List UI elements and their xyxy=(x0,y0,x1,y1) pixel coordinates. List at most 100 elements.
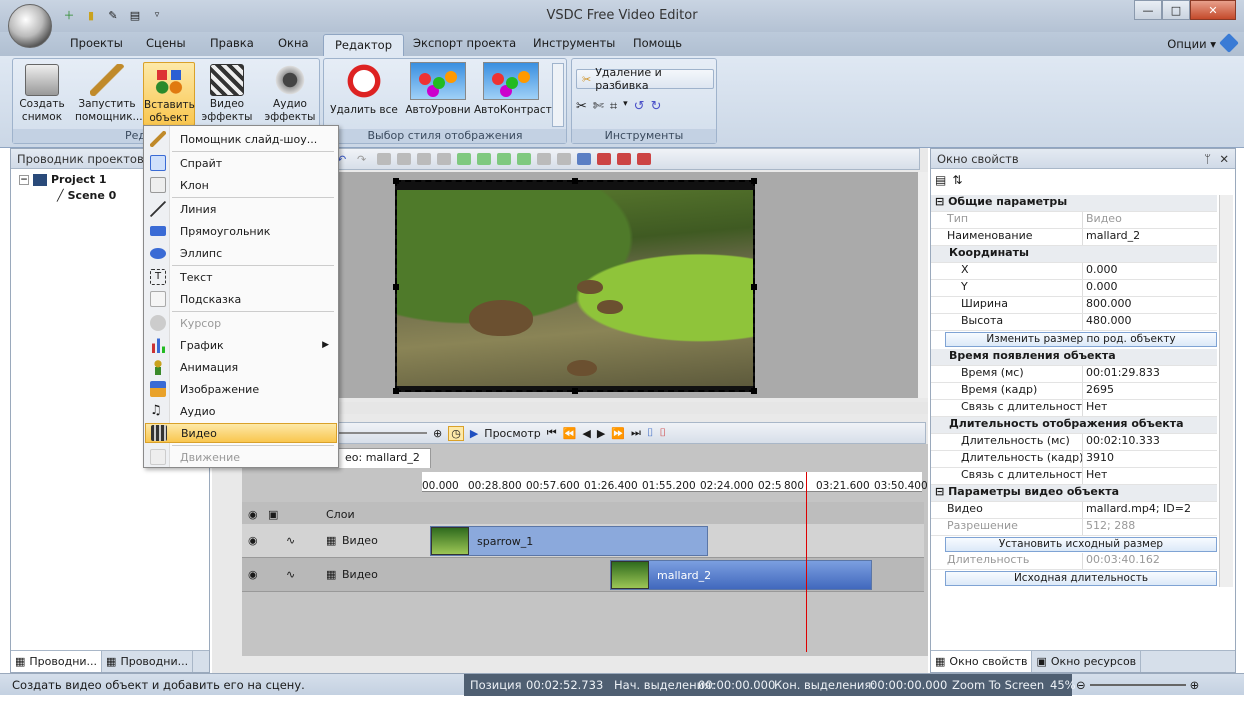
collapse-icon[interactable]: ⊟ xyxy=(935,485,944,498)
next-scene-icon[interactable]: ⏭ xyxy=(631,426,641,440)
align-right-icon[interactable] xyxy=(417,153,431,165)
zoom-slider[interactable] xyxy=(337,432,427,434)
prop-link-duration[interactable]: Связь с длительностьюНет xyxy=(931,400,1217,417)
auto-levels-button[interactable]: АвтоУровни xyxy=(404,62,472,116)
rewind-icon[interactable]: ⏪ xyxy=(563,427,577,440)
menu-image[interactable]: Изображение xyxy=(145,379,337,399)
prop-link-duration-2[interactable]: Связь с длительностьюНет xyxy=(931,468,1217,485)
tree-project[interactable]: − Project 1 xyxy=(19,173,107,186)
prop-name[interactable]: Наименование mallard_2 xyxy=(931,229,1217,246)
eye-icon[interactable]: ◉ xyxy=(248,508,258,521)
panel-close-icon[interactable]: ✕ xyxy=(1219,152,1229,166)
resize-handle[interactable] xyxy=(572,178,578,184)
prop-duration-frame[interactable]: Длительность (кадр) 3910 xyxy=(931,451,1217,468)
tab-windows[interactable]: Окна xyxy=(278,36,309,50)
sort-az-icon[interactable]: ⇅ xyxy=(952,173,962,187)
redo-icon[interactable]: ↷ xyxy=(357,153,371,166)
clock-icon[interactable]: ◷ xyxy=(448,425,464,441)
categorized-icon[interactable]: ▤ xyxy=(935,173,946,187)
original-duration-button[interactable]: Исходная длительность xyxy=(945,571,1217,586)
prop-height[interactable]: Высота 480.000 xyxy=(931,314,1217,331)
tab-properties[interactable]: ▦ Окно свойств xyxy=(931,651,1033,672)
play-icon[interactable]: ▶ xyxy=(470,427,478,440)
arrow-up-icon[interactable] xyxy=(457,153,471,165)
resize-handle[interactable] xyxy=(751,284,757,290)
prop-resolution[interactable]: Разрешение 512; 288 xyxy=(931,519,1217,536)
audio-effects-button[interactable]: Аудио эффекты xyxy=(263,62,317,124)
tab-edit[interactable]: Правка xyxy=(210,36,254,50)
timeline-ruler[interactable]: 00.000 00:28.800 00:57.600 01:26.400 01:… xyxy=(422,472,928,492)
resize-handle[interactable] xyxy=(572,388,578,394)
menu-chart[interactable]: График ▶ xyxy=(145,335,337,355)
menu-animation[interactable]: Анимация xyxy=(145,357,337,377)
resize-handle[interactable] xyxy=(751,388,757,394)
zoom-out-icon[interactable]: ⊖ xyxy=(1076,678,1086,692)
menu-clone[interactable]: Клон xyxy=(145,175,337,195)
resize-handle[interactable] xyxy=(751,178,757,184)
section-duration[interactable]: Длительность отображения объекта xyxy=(931,417,1217,434)
menu-hint[interactable]: Подсказка xyxy=(145,289,337,309)
style-gallery-scroll[interactable] xyxy=(552,63,564,127)
collapse-icon[interactable]: − xyxy=(19,174,29,185)
tab-resources[interactable]: ▣ Окно ресурсов xyxy=(1032,651,1142,672)
align-left-icon[interactable] xyxy=(377,153,391,165)
prop-length[interactable]: Длительность 00:03:40.162 xyxy=(931,553,1217,570)
step-forward-icon[interactable]: ▶ xyxy=(597,427,605,440)
prop-time-frame[interactable]: Время (кадр) 2695 xyxy=(931,383,1217,400)
zoom-in-icon[interactable]: ⊕ xyxy=(1190,678,1200,692)
menu-audio[interactable]: ♫ Аудио xyxy=(145,401,337,421)
crop-icon[interactable]: ⌗ xyxy=(610,99,617,114)
eye-icon[interactable]: ◉ xyxy=(248,568,258,581)
clear-icon[interactable] xyxy=(637,153,651,165)
properties-scrollbar[interactable] xyxy=(1219,195,1233,587)
run-wizard-button[interactable]: Запустить помощник... xyxy=(75,62,143,124)
marker-icon[interactable] xyxy=(617,153,631,165)
resize-to-parent-button[interactable]: Изменить размер по род. объекту xyxy=(945,332,1217,347)
video-object[interactable] xyxy=(393,178,757,394)
track-row[interactable]: ◉ ∿ ▦ Видео sparrow_1 xyxy=(242,524,924,558)
collapse-icon[interactable]: ⊟ xyxy=(935,195,944,208)
clip-mallard[interactable]: mallard_2 xyxy=(610,560,872,590)
bring-front-icon[interactable] xyxy=(497,153,511,165)
section-general[interactable]: ⊟ Общие параметры xyxy=(931,195,1217,212)
tab-editor[interactable]: Редактор xyxy=(323,34,404,56)
track-row[interactable]: ◉ ∿ ▦ Видео mallard_2 xyxy=(242,558,924,592)
tab-help[interactable]: Помощь xyxy=(633,36,682,50)
tab-export[interactable]: Экспорт проекта xyxy=(413,36,516,50)
prop-width[interactable]: Ширина 800.000 xyxy=(931,297,1217,314)
redo-rotate-icon[interactable]: ↻ xyxy=(651,99,662,114)
step-back-icon[interactable]: ◀ xyxy=(582,427,590,440)
marker-in-icon[interactable]: ⌷ xyxy=(647,426,654,440)
menu-cursor[interactable]: Курсор xyxy=(145,313,337,333)
remove-all-button[interactable]: Удалить все xyxy=(328,62,400,116)
split-remove-button[interactable]: ✂ Удаление и разбивка xyxy=(576,66,714,92)
preview-label[interactable]: Просмотр xyxy=(484,427,540,440)
marker-out-icon[interactable]: ⌷ xyxy=(660,426,667,440)
menu-text[interactable]: T Текст xyxy=(145,267,337,287)
tab-projects[interactable]: Проекты xyxy=(70,36,123,50)
prev-scene-icon[interactable]: ⏮ xyxy=(547,426,557,440)
maximize-button[interactable]: □ xyxy=(1162,0,1190,20)
resize-handle[interactable] xyxy=(393,388,399,394)
resize-handle[interactable] xyxy=(393,178,399,184)
scissors-icon[interactable]: ✂ xyxy=(576,99,587,114)
options-menu[interactable]: Опции ▾ xyxy=(1167,37,1216,51)
prop-time-ms[interactable]: Время (мс) 00:01:29.833 xyxy=(931,366,1217,383)
group-icon[interactable] xyxy=(537,153,551,165)
list-icon[interactable] xyxy=(577,153,591,165)
set-original-size-button[interactable]: Установить исходный размер xyxy=(945,537,1217,552)
tab-tools[interactable]: Инструменты xyxy=(533,36,615,50)
prop-duration-ms[interactable]: Длительность (мс) 00:02:10.333 xyxy=(931,434,1217,451)
prop-y[interactable]: Y 0.000 xyxy=(931,280,1217,297)
zoom-in-icon[interactable]: ⊕ xyxy=(433,427,442,440)
waveform-icon[interactable]: ∿ xyxy=(286,568,295,581)
section-video-params[interactable]: ⊟ Параметры видео объекта xyxy=(931,485,1217,502)
ungroup-icon[interactable] xyxy=(557,153,571,165)
clip-sparrow[interactable]: sparrow_1 xyxy=(430,526,708,556)
resize-handle[interactable] xyxy=(393,284,399,290)
lock-icon[interactable]: ▣ xyxy=(268,508,278,521)
insert-object-button[interactable]: Вставить объект xyxy=(143,62,195,126)
arrow-down-icon[interactable] xyxy=(477,153,491,165)
prop-x[interactable]: X 0.000 xyxy=(931,263,1217,280)
dropdown-icon[interactable]: ▾ xyxy=(623,99,628,114)
